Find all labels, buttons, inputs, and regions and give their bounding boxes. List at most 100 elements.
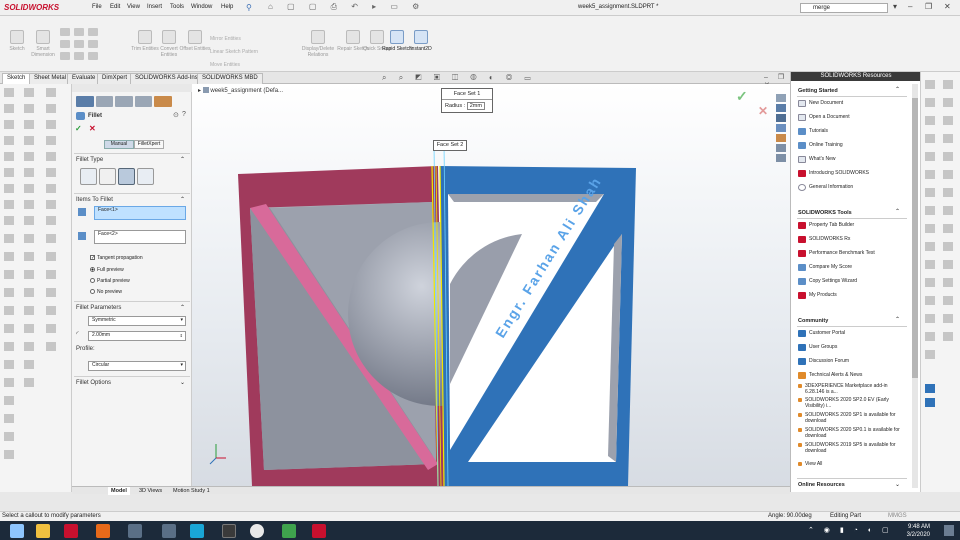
partial-preview-radio[interactable]: Partial preview (90, 278, 130, 284)
tp-compare-score[interactable]: Compare My Score (798, 264, 852, 271)
news-item[interactable]: SOLIDWORKS 2020 SP1 is available for dow… (798, 412, 908, 424)
radius-callout-input[interactable]: 2mm (466, 102, 485, 110)
app-icon[interactable] (128, 524, 142, 538)
news-item[interactable]: SOLIDWORKS 2019 SP5 is available for dow… (798, 442, 908, 454)
expand-icon[interactable]: ⌄ (180, 379, 185, 386)
ccleaner-icon[interactable] (190, 524, 204, 538)
tp-whats-new[interactable]: What's New (798, 156, 836, 163)
mirror-entities-tool[interactable]: Mirror Entities (210, 36, 241, 42)
tab-mbd[interactable]: SOLIDWORKS MBD (197, 73, 263, 84)
system-tray-icons[interactable]: ⌃ ◉ ▮ ◔ ◐ ▢ (808, 526, 893, 534)
tp-technical-alerts[interactable]: Technical Alerts & News (798, 372, 862, 379)
tp-tutorials[interactable]: Tutorials (798, 128, 828, 135)
solidworks-2016-icon[interactable] (64, 524, 78, 538)
constant-size-fillet-icon[interactable] (80, 168, 97, 185)
view-all-link[interactable]: View All (798, 461, 822, 467)
full-round-fillet-icon[interactable] (137, 168, 154, 185)
windows-start-icon[interactable] (10, 524, 24, 538)
tp-discussion-forum[interactable]: Discussion Forum (798, 358, 849, 365)
linear-pattern-tool[interactable]: Linear Sketch Pattern (210, 49, 258, 55)
utorrent-icon[interactable] (282, 524, 296, 538)
expand-icon[interactable]: ⌄ (895, 481, 900, 488)
toolbar-icons[interactable] (0, 84, 72, 492)
solidworks-icon[interactable] (312, 524, 326, 538)
instant2d-tool[interactable]: Instant2D (404, 30, 438, 52)
right-toolbar-icons[interactable] (921, 72, 960, 492)
filletxpert-tab[interactable]: FilletXpert (134, 140, 164, 149)
display-tab-icon[interactable] (154, 96, 172, 107)
graphics-area[interactable]: ▸ week5_assignment (Defa... Engr. Farhan… (192, 84, 790, 486)
collapse-icon[interactable]: ⌃ (895, 316, 900, 323)
tab-dimxpert[interactable]: DimXpert (97, 73, 133, 84)
collapse-icon[interactable]: ⌃ (180, 304, 185, 311)
task-pane-scrollbar[interactable] (912, 84, 918, 488)
menu-tools[interactable]: Tools (170, 4, 184, 10)
fillet-options-label[interactable]: Fillet Options (76, 380, 111, 386)
custom-props-icon[interactable] (776, 144, 786, 152)
file-explorer-icon[interactable] (36, 524, 50, 538)
app-icon[interactable] (162, 524, 176, 538)
notifications-icon[interactable] (944, 525, 954, 536)
tab-sheet-metal[interactable]: Sheet Metal (29, 73, 72, 84)
minimize-button[interactable]: – (908, 2, 912, 11)
help-icon[interactable]: ? (182, 111, 186, 118)
collapse-icon[interactable]: ⌃ (180, 156, 185, 163)
dimxpert-tab-icon[interactable] (134, 96, 153, 107)
system-clock[interactable]: 9:48 AM 3/2/2020 (907, 523, 930, 539)
display-relations-tool[interactable]: Display/Delete Relations (298, 30, 338, 58)
heads-up-view-toolbar[interactable]: ⌕ ⌕ ◩ ▣ ◫ ◍ ◐ ◎ ▭ (382, 73, 536, 83)
tp-my-products[interactable]: My Products (798, 292, 837, 299)
face-set1-field[interactable]: Face<1> (94, 206, 186, 220)
folder-icon[interactable] (776, 104, 786, 112)
cancel-icon[interactable]: ✕ (758, 104, 768, 118)
quick-access-toolbar[interactable]: ⌂ ▢ ▢ ⎙ ↶ ▸ ▭ ⚙ (268, 2, 425, 12)
tab-3d-views[interactable]: 3D Views (136, 487, 165, 495)
face-set1-callout[interactable]: Face Set 1 Radius : 2mm (441, 88, 493, 113)
collapse-icon[interactable]: ⌃ (895, 86, 900, 93)
sketch-entities-group[interactable] (60, 28, 98, 64)
collapse-icon[interactable]: ⌃ (895, 208, 900, 215)
tab-addins[interactable]: SOLIDWORKS Add-Ins (130, 73, 203, 84)
menu-view[interactable]: View (127, 4, 140, 10)
manual-tab[interactable]: Manual (104, 140, 134, 149)
symmetric-select[interactable]: Symmetric ▾ (88, 316, 186, 326)
menu-file[interactable]: File (92, 4, 102, 10)
menu-window[interactable]: Window (191, 4, 212, 10)
library-icon[interactable] (776, 154, 786, 162)
tp-open-document[interactable]: Open a Document (798, 114, 850, 121)
radius-input[interactable]: 2.00mm ⇕ (88, 331, 186, 341)
tangent-propagation-checkbox[interactable]: ✓ Tangent propagation (90, 255, 143, 261)
maximize-button[interactable]: ❐ (925, 2, 932, 11)
config-tab-icon[interactable] (115, 96, 133, 107)
cancel-icon[interactable]: ✕ (89, 124, 96, 133)
no-preview-radio[interactable]: No preview (90, 289, 122, 295)
face-set2-field[interactable]: Face<2> (94, 230, 186, 244)
collapse-icon[interactable]: ⌃ (180, 196, 185, 203)
feature-tree-tab-icon[interactable] (76, 96, 94, 107)
ok-icon[interactable]: ✓ (736, 88, 748, 105)
news-item[interactable]: SOLIDWORKS 2020 SP2.0 EV (Early Visibili… (798, 397, 908, 409)
property-tab-icon[interactable] (95, 96, 114, 107)
pdf-app-icon[interactable] (96, 524, 110, 538)
tp-benchmark[interactable]: Performance Benchmark Test (798, 250, 875, 257)
menu-help[interactable]: Help (221, 4, 233, 10)
tab-evaluate[interactable]: Evaluate (67, 73, 101, 84)
home-icon[interactable] (776, 94, 786, 102)
tab-model[interactable]: Model (108, 487, 130, 495)
face-set2-callout[interactable]: Face Set 2 (433, 140, 467, 151)
view-palette-icon[interactable] (776, 114, 786, 122)
profile-select[interactable]: Circular ▾ (88, 361, 186, 371)
close-button[interactable]: ✕ (944, 2, 951, 11)
tp-user-groups[interactable]: User Groups (798, 344, 837, 351)
pin-icon[interactable]: ⚲ (246, 3, 252, 12)
menu-edit[interactable]: Edit (110, 4, 120, 10)
move-entities-tool[interactable]: Move Entities (210, 62, 240, 68)
tp-online-training[interactable]: Online Training (798, 142, 843, 149)
news-item[interactable]: 3DEXPERIENCE Marketplace add-in 6.28.146… (798, 383, 908, 395)
tp-general-info[interactable]: General Information (798, 184, 853, 191)
spinner-icon[interactable]: ⇕ (180, 332, 183, 339)
pushpin-icon[interactable]: ⊙ (173, 111, 179, 119)
chrome-icon[interactable] (250, 524, 264, 538)
full-preview-radio[interactable]: Full preview (90, 267, 124, 273)
face-fillet-icon[interactable] (118, 168, 135, 185)
